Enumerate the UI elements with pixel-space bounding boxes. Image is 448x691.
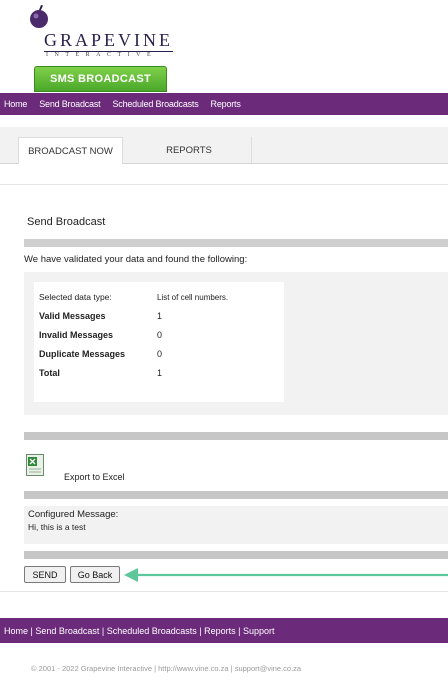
- validation-panel: Selected data type: List of cell numbers…: [24, 272, 448, 415]
- go-back-button[interactable]: Go Back: [70, 566, 120, 583]
- export-to-excel[interactable]: Export to Excel: [24, 448, 448, 488]
- logo-text: GRAPEVINE: [44, 30, 173, 52]
- row-label: Valid Messages: [39, 311, 106, 321]
- footer-nav: Home | Send Broadcast | Scheduled Broadc…: [0, 618, 448, 643]
- send-button[interactable]: SEND: [24, 566, 66, 583]
- row-label: Duplicate Messages: [39, 349, 126, 359]
- section-bar: [24, 239, 448, 247]
- export-link[interactable]: Export to Excel: [64, 472, 125, 482]
- nav-scheduled-broadcasts[interactable]: Scheduled Broadcasts: [100, 99, 198, 109]
- excel-icon[interactable]: [26, 454, 44, 476]
- section-bar: [24, 551, 448, 559]
- nav-send-broadcast[interactable]: Send Broadcast: [27, 99, 100, 109]
- section-bar: [24, 432, 448, 440]
- row-value: 0: [157, 330, 163, 340]
- row-label: Total: [39, 368, 60, 378]
- configured-message-text: Hi, this is a test: [28, 522, 86, 532]
- summary-table: Selected data type: List of cell numbers…: [34, 282, 284, 402]
- product-tab-sms-broadcast[interactable]: SMS BROADCAST: [34, 66, 167, 92]
- validation-intro: We have validated your data and found th…: [24, 254, 248, 265]
- top-nav: Home Send Broadcast Scheduled Broadcasts…: [0, 93, 448, 115]
- data-type-label: Selected data type:: [39, 292, 112, 302]
- configured-message-label: Configured Message:: [28, 509, 119, 520]
- tab-reports[interactable]: REPORTS: [127, 137, 252, 163]
- grape-logo-icon: [30, 5, 48, 28]
- page-title: Send Broadcast: [27, 216, 106, 228]
- row-value: 1: [157, 368, 163, 378]
- tab-broadcast-now[interactable]: BROADCAST NOW: [18, 137, 123, 164]
- row-value: 1: [157, 311, 163, 321]
- nav-reports[interactable]: Reports: [199, 99, 241, 109]
- row-label: Invalid Messages: [39, 330, 114, 340]
- section-bar: [24, 491, 448, 499]
- data-type-value: List of cell numbers.: [157, 292, 229, 302]
- tab-strip: BROADCAST NOW REPORTS: [0, 127, 448, 164]
- configured-message-box: Configured Message: Hi, this is a test: [24, 506, 448, 544]
- nav-home[interactable]: Home: [0, 99, 27, 109]
- header: GRAPEVINE INTERACTIVE SMS BROADCAST: [0, 0, 448, 92]
- footer-links[interactable]: Home | Send Broadcast | Scheduled Broadc…: [0, 626, 275, 636]
- divider: [0, 184, 448, 185]
- row-value: 0: [157, 349, 163, 359]
- copyright-text: © 2001 - 2022 Grapevine Interactive | ht…: [31, 664, 302, 673]
- divider: [0, 591, 448, 592]
- logo-subtext: INTERACTIVE: [46, 52, 158, 58]
- pointer-arrow: [124, 568, 448, 582]
